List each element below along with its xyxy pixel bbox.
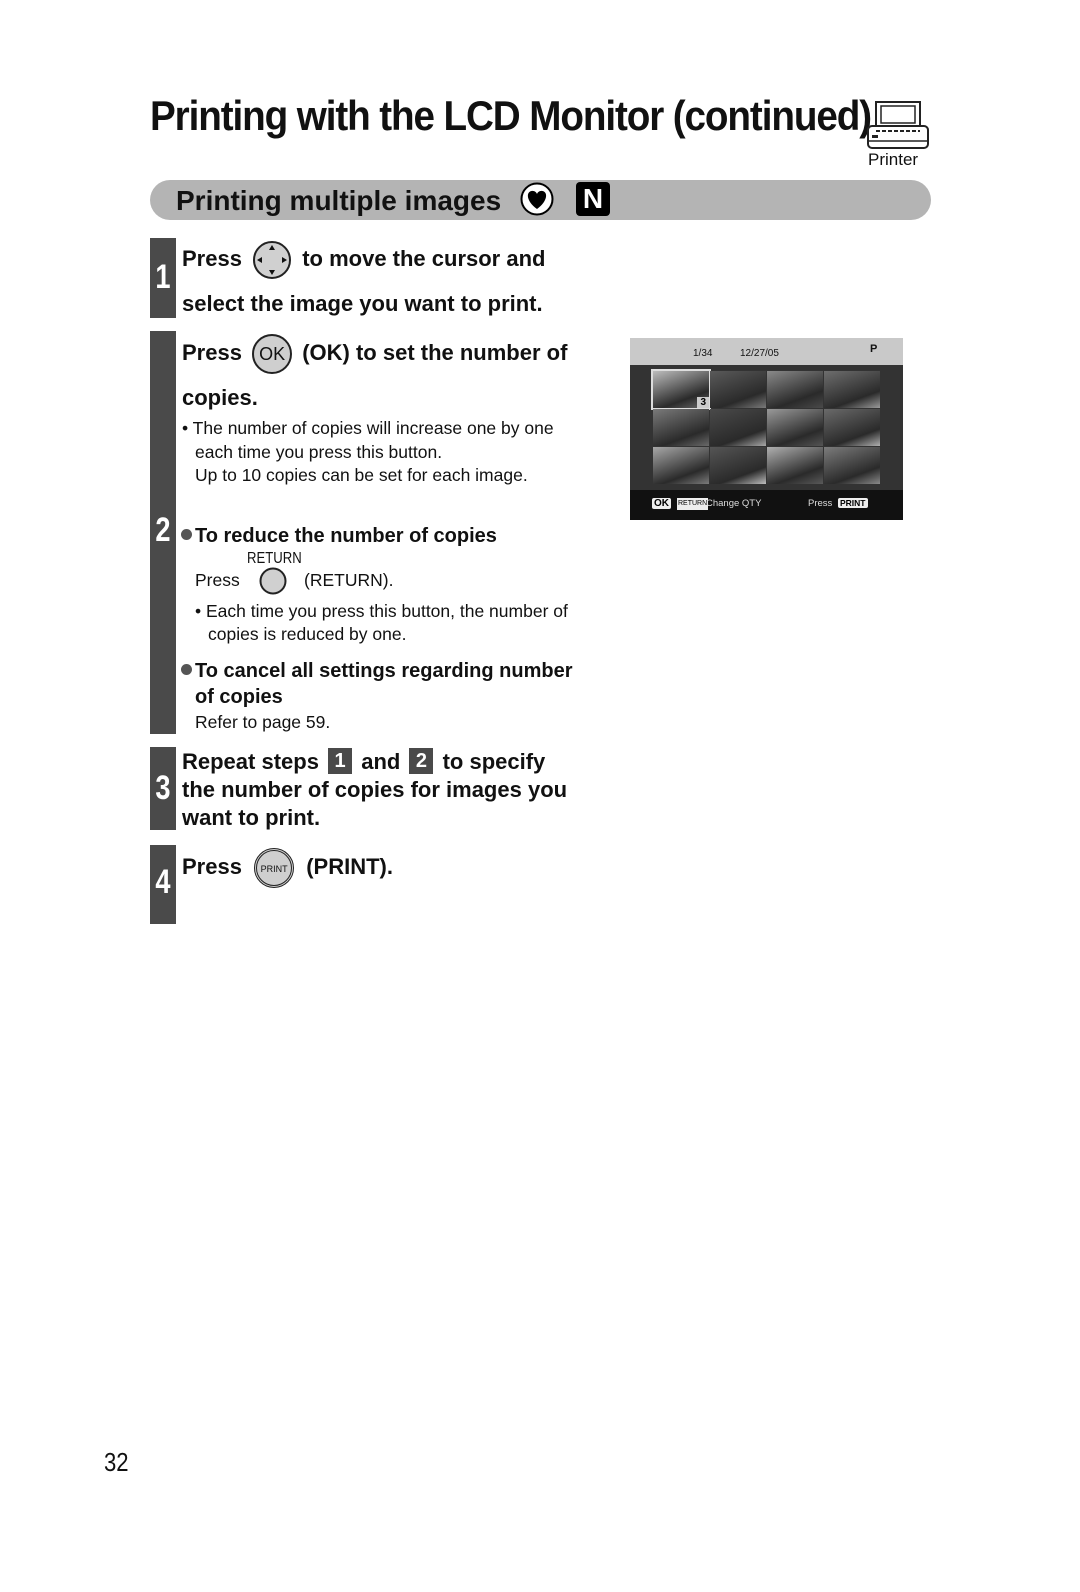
step-2-note: each time you press this button.: [195, 442, 443, 462]
thumbnail-image: [824, 371, 880, 408]
thumbnail-image: [653, 447, 709, 484]
lcd-date: 12/27/05: [740, 348, 779, 359]
reduce-heading-text: To reduce the number of copies: [195, 525, 497, 547]
step-number: 1: [155, 258, 171, 296]
thumbnail-image: [710, 371, 766, 408]
lcd-return-label: RETURN: [677, 498, 709, 510]
step-marker-4: 4: [150, 845, 176, 924]
step-marker-3: 3: [150, 747, 176, 830]
bullet-icon: [181, 664, 192, 675]
heart-mode-icon: [520, 182, 554, 216]
step-3-line-3: want to print.: [182, 805, 321, 830]
step-ref-2: 2: [409, 748, 434, 774]
step-ref-1: 1: [328, 748, 353, 774]
step-3-line-1: Repeat steps 1 and 2 to specify: [182, 748, 545, 775]
thumbnail-image: [767, 447, 823, 484]
lcd-footer: OK RETURN Change QTY Press PRINT: [630, 490, 903, 520]
step-2-line-1: Press OK (OK) to set the number of: [182, 334, 567, 374]
lcd-mode-indicator: P: [870, 343, 878, 355]
thumbnail-image: [710, 447, 766, 484]
step-text: and: [361, 749, 401, 774]
reduce-press: Press: [195, 570, 240, 590]
thumbnail-image: [653, 409, 709, 446]
lcd-print-label: PRINT: [838, 498, 868, 508]
thumbnail-image: 3: [651, 369, 711, 410]
thumbnail-image: [710, 409, 766, 446]
step-1-line-2: select the image you want to print.: [182, 291, 543, 316]
step-2-note: • The number of copies will increase one…: [182, 418, 554, 438]
step-text: to specify: [442, 749, 546, 774]
thumbnail-image: [824, 447, 880, 484]
step-2-note: Up to 10 copies can be set for each imag…: [195, 465, 528, 485]
reduce-heading: To reduce the number of copies: [181, 525, 497, 548]
cancel-heading: To cancel all settings regarding number: [181, 660, 573, 683]
page-title: Printing with the LCD Monitor (continued…: [150, 92, 872, 139]
step-marker-2: 2: [150, 331, 176, 734]
page-number: 32: [104, 1447, 129, 1477]
step-number: 3: [155, 769, 171, 807]
step-1-line-1: Press to move the cursor and: [182, 240, 545, 280]
step-text: (PRINT).: [306, 853, 393, 879]
lcd-change-label: Change QTY: [706, 498, 762, 509]
step-2-line-2: copies.: [182, 385, 258, 410]
section-title: Printing multiple images: [176, 185, 502, 216]
step-text: Press: [182, 339, 242, 365]
step-4-line-1: Press PRINT (PRINT).: [182, 848, 393, 888]
step-number: 4: [155, 863, 171, 901]
thumbnail-image: [767, 371, 823, 408]
bullet-icon: [181, 529, 192, 540]
lcd-ok-label: OK: [652, 498, 671, 509]
return-button-icon: [259, 567, 287, 595]
cancel-heading-text: To cancel all settings regarding number: [195, 660, 573, 682]
return-caption: RETURN: [247, 550, 302, 567]
lcd-press-label: Press: [808, 498, 833, 509]
device-label: Printer: [868, 150, 919, 169]
step-text: (OK) to set the number of: [302, 339, 568, 365]
lcd-counter: 1/34: [693, 348, 713, 359]
step-text: Repeat steps: [182, 749, 319, 774]
cancel-ref: Refer to page 59.: [195, 712, 331, 732]
reduce-note: • Each time you press this button, the n…: [195, 601, 568, 621]
thumbnail-image: [824, 409, 880, 446]
printer-icon: [867, 101, 929, 149]
step-number: 2: [155, 511, 171, 549]
step-text: Press: [182, 245, 242, 271]
copies-badge: 3: [697, 397, 709, 408]
ok-button-icon: OK: [252, 334, 293, 374]
thumbnail-image: [767, 409, 823, 446]
step-text: Press: [182, 853, 242, 879]
reduce-press-post: (RETURN).: [304, 570, 394, 590]
lcd-status-bar: 1/34 12/27/05 P: [630, 338, 903, 365]
step-3-line-2: the number of copies for images you: [182, 777, 568, 802]
step-marker-1: 1: [150, 238, 176, 318]
step-text: to move the cursor and: [302, 245, 546, 271]
print-button-icon: PRINT: [254, 848, 295, 888]
cancel-heading-2: of copies: [195, 686, 283, 708]
reduce-note: copies is reduced by one.: [208, 624, 407, 644]
dpad-icon: [253, 241, 292, 279]
n-mode-icon: N: [576, 182, 610, 216]
lcd-screen-illustration: 1/34 12/27/05 P 3 OK RETURN Change QTY P…: [630, 338, 903, 520]
